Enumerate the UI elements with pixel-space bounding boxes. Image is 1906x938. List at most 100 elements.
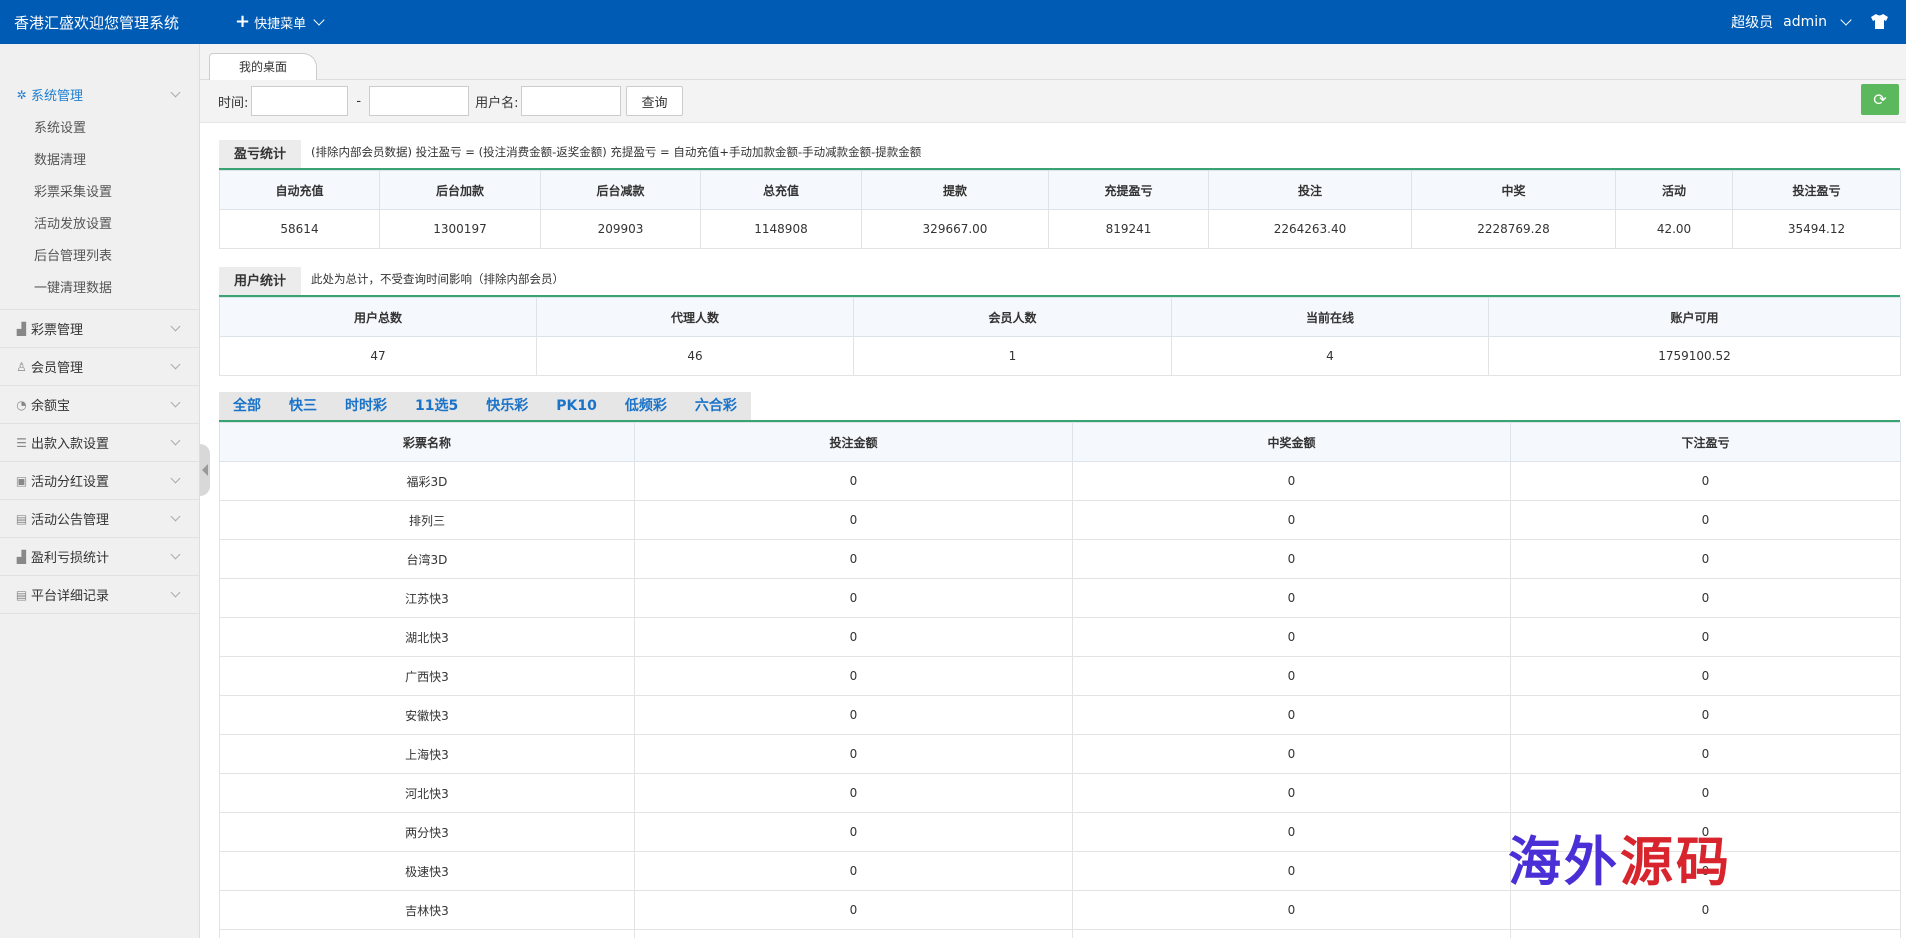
tab-mark-six[interactable]: 六合彩 <box>681 392 751 420</box>
column-header: 投注金额 <box>634 422 1073 462</box>
table-cell: 0 <box>1510 578 1901 618</box>
tab-k3[interactable]: 快三 <box>275 392 331 420</box>
table-cell: 4 <box>1171 336 1489 376</box>
newspaper-icon: ▤ <box>15 587 28 602</box>
table-cell: 2264263.40 <box>1208 209 1412 249</box>
table-cell: 0 <box>1072 656 1511 696</box>
table-cell: 0 <box>1510 890 1901 930</box>
user-menu[interactable]: 超级员 admin <box>1731 0 1852 44</box>
chevron-down-icon <box>170 321 181 332</box>
column-header: 当前在线 <box>1171 297 1489 337</box>
table-cell: 0 <box>1072 578 1511 618</box>
table-cell: 0 <box>634 734 1073 774</box>
table-cell: 329667.00 <box>861 209 1049 249</box>
table-cell: 0 <box>634 500 1073 540</box>
sidebar-menu-label: 活动分红设置 <box>31 475 110 490</box>
chevron-down-icon <box>1840 13 1852 26</box>
lottery-tab-group: 全部 快三 时时彩 11选5 快乐彩 PK10 低频彩 六合彩 <box>219 392 751 420</box>
table-cell: 1300197 <box>379 209 541 249</box>
sidebar-item-one-click-cleanup[interactable]: 一键清理数据 <box>0 273 199 305</box>
sidebar-menu-label: 系统管理 <box>31 89 84 104</box>
table-cell: 0 <box>634 695 1073 735</box>
table-cell: 0 <box>1510 539 1901 579</box>
lottery-name-cell: 上海快3 <box>219 734 635 774</box>
tab-11x5[interactable]: 11选5 <box>401 392 472 420</box>
table-cell: 0 <box>1510 500 1901 540</box>
lottery-name-cell: 安徽快3 <box>219 695 635 735</box>
table-cell: 0 <box>1072 890 1511 930</box>
profit-header-row: 自动充值 后台加款 后台减款 总充值 提款 充提盈亏 投注 中奖 活动 投注盈亏 <box>219 170 1901 210</box>
top-bar: 香港汇盛欢迎您管理系统 + 快捷菜单 超级员 admin <box>0 0 1906 44</box>
column-header: 投注 <box>1208 170 1412 210</box>
plus-icon: + <box>235 11 251 32</box>
sidebar-menu-system[interactable]: ✲ 系统管理 <box>0 76 199 113</box>
tab-all[interactable]: 全部 <box>219 392 275 420</box>
column-header: 账户可用 <box>1488 297 1901 337</box>
theme-shirt-icon[interactable] <box>1871 14 1888 33</box>
sidebar-item-admin-list[interactable]: 后台管理列表 <box>0 241 199 273</box>
lottery-name-cell: 江苏快3 <box>219 578 635 618</box>
table-cell: 0 <box>634 773 1073 813</box>
sidebar-item-system-settings[interactable]: 系统设置 <box>0 113 199 145</box>
chevron-down-icon <box>170 587 181 598</box>
chevron-down-icon <box>170 549 181 560</box>
sidebar-menu-activity-dividend[interactable]: ▣ 活动分红设置 <box>0 462 199 500</box>
tab-low-freq[interactable]: 低频彩 <box>611 392 681 420</box>
sidebar-item-lottery-collection[interactable]: 彩票采集设置 <box>0 177 199 209</box>
sidebar-menu-platform-records[interactable]: ▤ 平台详细记录 <box>0 576 199 614</box>
table-cell: 47 <box>219 336 537 376</box>
table-row: 广西快3 0 0 0 <box>219 656 1901 696</box>
lottery-name-cell: 湖北快3 <box>219 617 635 657</box>
column-header: 总充值 <box>700 170 862 210</box>
table-cell: 0 <box>634 617 1073 657</box>
query-button[interactable]: 查询 <box>626 86 683 116</box>
table-cell: 42.00 <box>1615 209 1733 249</box>
sidebar-menu-deposit-withdraw[interactable]: ☰ 出款入款设置 <box>0 424 199 462</box>
watermark-text: 海外 <box>1508 831 1620 893</box>
table-cell: 0 <box>1072 734 1511 774</box>
table-cell: 0 <box>1072 617 1511 657</box>
table-cell: 0 <box>1072 695 1511 735</box>
table-cell: 35494.12 <box>1732 209 1901 249</box>
end-time-input[interactable] <box>369 86 470 116</box>
table-row: 58614 1300197 209903 1148908 329667.00 8… <box>219 209 1901 249</box>
table-cell: 0 <box>634 890 1073 930</box>
table-cell: 0 <box>1510 734 1901 774</box>
table-cell: 1148908 <box>700 209 862 249</box>
username-input[interactable] <box>521 86 622 116</box>
sidebar-menu-lottery[interactable]: ▟ 彩票管理 <box>0 310 199 348</box>
tab-my-desktop[interactable]: 我的桌面 <box>209 53 317 80</box>
sidebar-item-data-cleanup[interactable]: 数据清理 <box>0 145 199 177</box>
table-cell: 0 <box>634 851 1073 891</box>
table-cell: 0 <box>634 539 1073 579</box>
bar-chart-icon: ▟ <box>16 321 27 336</box>
table-cell: 1759100.52 <box>1488 336 1901 376</box>
table-row: 福彩3D 0 0 0 <box>219 461 1901 501</box>
sidebar-menu-profit-stats[interactable]: ▟ 盈利亏损统计 <box>0 538 199 576</box>
quick-menu-button[interactable]: + 快捷菜单 <box>235 11 325 32</box>
table-cell: 58614 <box>219 209 380 249</box>
start-time-input[interactable] <box>251 86 349 116</box>
column-header: 代理人数 <box>536 297 854 337</box>
chevron-down-icon <box>313 13 325 26</box>
sidebar-item-activity-distribution[interactable]: 活动发放设置 <box>0 209 199 241</box>
profit-section-desc: (排除内部会员数据) 投注盈亏 = (投注消费金额-返奖金额) 充提盈亏 = 自… <box>311 145 922 159</box>
refresh-icon[interactable]: ⟳ <box>1861 84 1899 115</box>
time-label: 时间: <box>218 95 249 111</box>
tab-ssc[interactable]: 时时彩 <box>331 392 401 420</box>
sidebar-menu-members[interactable]: ♙ 会员管理 <box>0 348 199 386</box>
tab-pk10[interactable]: PK10 <box>542 392 611 420</box>
gear-icon: ✲ <box>16 87 27 102</box>
lottery-name-cell: 河北快3 <box>219 773 635 813</box>
user-stats-desc: 此处为总计，不受查询时间影响（排除内部会员） <box>311 272 565 286</box>
bar-chart-icon: ▟ <box>16 549 27 564</box>
tab-klc[interactable]: 快乐彩 <box>472 392 542 420</box>
sidebar-menu-balance[interactable]: ◔ 余额宝 <box>0 386 199 424</box>
watermark-logo: 海外源码 <box>1508 820 1732 896</box>
sidebar-menu-announcements[interactable]: ▤ 活动公告管理 <box>0 500 199 538</box>
piggy-bank-icon: ◔ <box>16 397 27 412</box>
range-separator: - <box>356 93 362 109</box>
chevron-down-icon <box>170 397 181 408</box>
table-row: 河北快3 0 0 0 <box>219 773 1901 813</box>
list-icon: ☰ <box>16 435 27 450</box>
